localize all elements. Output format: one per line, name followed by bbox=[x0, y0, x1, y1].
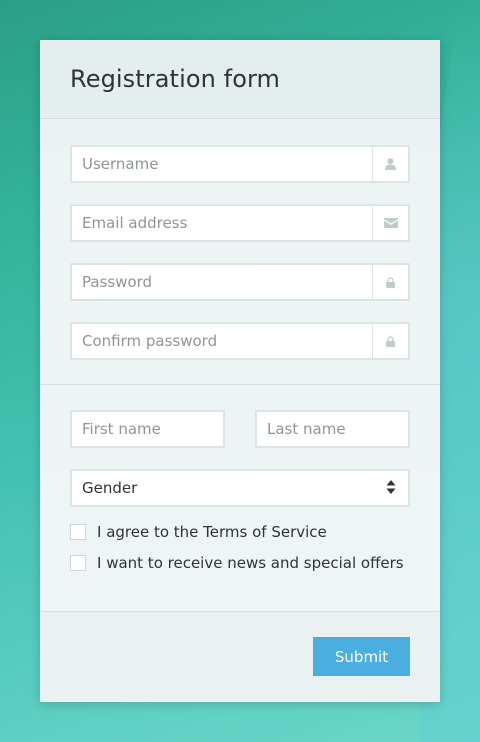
terms-row: I agree to the Terms of Service bbox=[70, 523, 410, 541]
account-section: Username Email address Password Confirm … bbox=[40, 119, 440, 385]
first-name-placeholder: First name bbox=[82, 420, 161, 438]
name-row: First name Last name bbox=[70, 410, 410, 469]
email-field[interactable]: Email address bbox=[70, 204, 410, 242]
confirm-password-field[interactable]: Confirm password bbox=[70, 322, 410, 360]
username-field[interactable]: Username bbox=[70, 145, 410, 183]
form-footer: Submit bbox=[40, 612, 440, 701]
terms-checkbox[interactable] bbox=[70, 524, 86, 540]
gender-select[interactable]: Gender bbox=[70, 469, 410, 507]
envelope-icon bbox=[372, 206, 408, 240]
password-field[interactable]: Password bbox=[70, 263, 410, 301]
last-name-field[interactable]: Last name bbox=[255, 410, 410, 448]
first-name-field[interactable]: First name bbox=[70, 410, 225, 448]
email-placeholder: Email address bbox=[82, 214, 188, 232]
submit-button[interactable]: Submit bbox=[313, 637, 410, 676]
last-name-placeholder: Last name bbox=[267, 420, 346, 438]
news-checkbox[interactable] bbox=[70, 555, 86, 571]
confirm-password-placeholder: Confirm password bbox=[82, 332, 218, 350]
gender-select-value: Gender bbox=[82, 479, 138, 497]
personal-section: First name Last name Gender I agree to t… bbox=[40, 385, 440, 612]
lock-icon bbox=[372, 324, 408, 358]
news-row: I want to receive news and special offer… bbox=[70, 554, 410, 572]
user-icon bbox=[372, 147, 408, 181]
registration-form: Registration form Username Email address… bbox=[40, 40, 440, 702]
form-header: Registration form bbox=[40, 40, 440, 119]
news-label[interactable]: I want to receive news and special offer… bbox=[97, 554, 404, 572]
terms-label[interactable]: I agree to the Terms of Service bbox=[97, 523, 327, 541]
password-placeholder: Password bbox=[82, 273, 153, 291]
lock-icon bbox=[372, 265, 408, 299]
username-placeholder: Username bbox=[82, 155, 159, 173]
select-arrows-icon bbox=[386, 479, 396, 499]
form-title: Registration form bbox=[70, 65, 281, 93]
